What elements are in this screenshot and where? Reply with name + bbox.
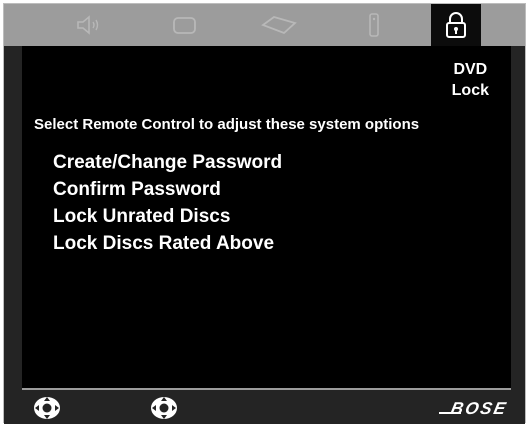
- navigation-pad-left[interactable]: [32, 395, 62, 426]
- tv-screen-icon: [173, 17, 196, 34]
- navigation-pad-icon: [34, 397, 60, 419]
- instruction-text: Select Remote Control to adjust these sy…: [34, 116, 420, 133]
- options-menu: Create/Change Password Confirm Password …: [53, 149, 282, 257]
- screen-title: DVD Lock: [452, 59, 489, 101]
- option-create-change-password[interactable]: Create/Change Password: [53, 149, 282, 176]
- option-lock-unrated-discs[interactable]: Lock Unrated Discs: [53, 203, 282, 230]
- option-confirm-password[interactable]: Confirm Password: [53, 176, 282, 203]
- padlock-icon: [446, 12, 466, 38]
- footer-bar: [4, 388, 525, 424]
- dvd-lock-screen: DVD Lock Select Remote Control to adjust…: [22, 46, 511, 388]
- tab-video[interactable]: [154, 4, 214, 46]
- navigation-pad-center[interactable]: [149, 395, 179, 426]
- speaker-icon: [77, 15, 99, 35]
- tab-audio[interactable]: [59, 4, 119, 46]
- device-screen-frame: DVD Lock Select Remote Control to adjust…: [3, 3, 526, 426]
- tab-remote[interactable]: [344, 4, 404, 46]
- remote-icon: [369, 13, 379, 37]
- tab-disc[interactable]: [249, 4, 309, 46]
- footer-divider: [22, 388, 511, 390]
- screen-title-line1: DVD: [453, 61, 488, 78]
- tab-lock[interactable]: [431, 4, 481, 46]
- tab-bar: [4, 4, 525, 46]
- option-lock-discs-rated-above[interactable]: Lock Discs Rated Above: [53, 230, 282, 257]
- navigation-pad-icon: [151, 397, 177, 419]
- disc-tray-icon: [261, 16, 297, 35]
- bose-logo: BOSE: [448, 399, 510, 418]
- screen-title-line2: Lock: [451, 82, 489, 99]
